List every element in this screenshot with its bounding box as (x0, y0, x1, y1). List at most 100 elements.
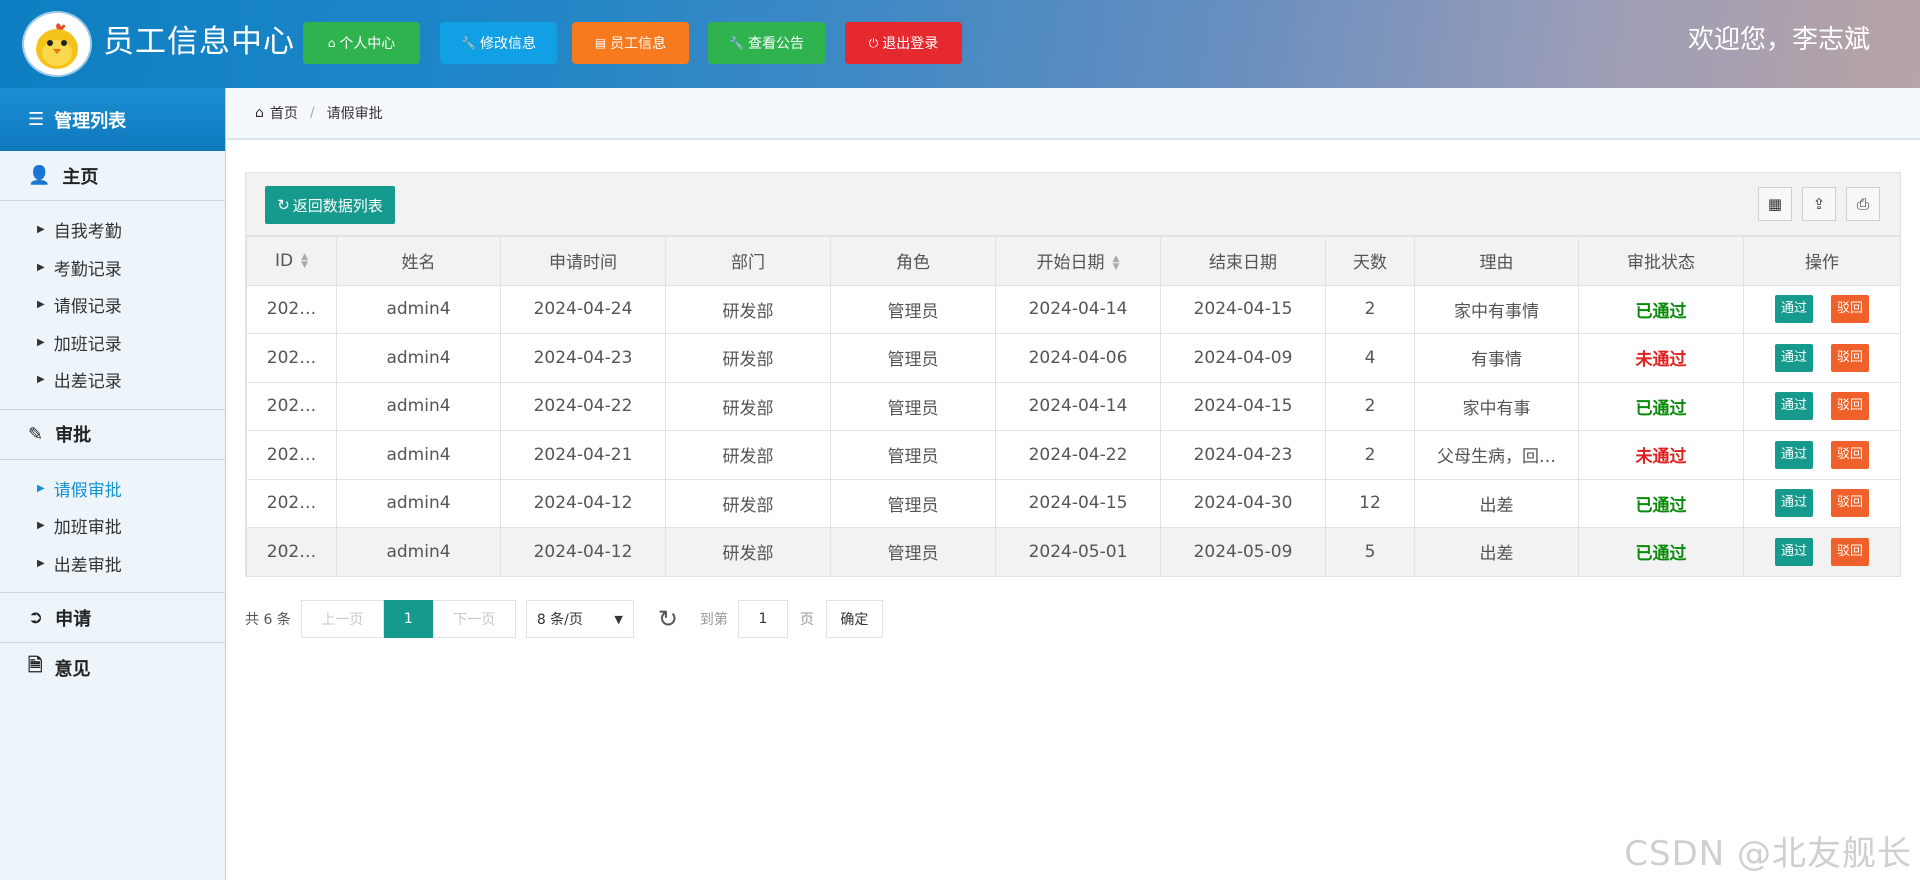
cell-status: 未通过 (1578, 430, 1744, 480)
sidebar-item-leave-approval[interactable]: ▶ 请假审批 (0, 470, 225, 508)
print-icon[interactable]: ⎙ (1846, 187, 1880, 221)
column-header-start-date[interactable]: 开始日期 ▲ ▼ (995, 236, 1161, 286)
list-icon: ☰ (28, 109, 45, 130)
column-header-role: 角色 (830, 236, 996, 286)
sidebar-group-feedback[interactable]: 🗎 意见 (0, 643, 225, 693)
breadcrumb-home[interactable]: 首页 (270, 103, 298, 123)
cell-apply-time: 2024-04-22 (500, 381, 666, 431)
cell-days: 4 (1325, 333, 1415, 383)
reject-button[interactable]: 驳回 (1831, 295, 1870, 324)
sidebar-item-trip-approval[interactable]: ▶ 出差审批 (0, 545, 225, 583)
approve-button[interactable]: 通过 (1774, 489, 1813, 518)
caret-right-icon: ▶ (37, 557, 45, 569)
cell-days: 12 (1325, 478, 1415, 528)
goto-confirm-button[interactable]: 确定 (825, 600, 883, 638)
approve-button[interactable]: 通过 (1774, 295, 1813, 324)
table-row: 202… admin4 2024-04-12 研发部 管理员 2024-05-01 2024… (246, 527, 1901, 577)
column-header-id[interactable]: ID ▲ ▼ (246, 236, 337, 286)
approve-button[interactable]: 通过 (1774, 440, 1813, 469)
back-to-list-button[interactable]: ↻ 返回数据列表 (265, 186, 395, 224)
sidebar-item-overtime-records[interactable]: ▶ 加班记录 (0, 324, 225, 362)
sidebar-item-leave-records[interactable]: ▶ 请假记录 (0, 286, 225, 324)
export-icon[interactable]: ⇪ (1802, 187, 1836, 221)
cell-start-date: 2024-05-01 (995, 527, 1161, 577)
table-row: 202… admin4 2024-04-24 研发部 管理员 2024-04-14 2024… (246, 284, 1901, 334)
prev-page-button[interactable]: 上一页 (300, 600, 384, 638)
refresh-icon[interactable]: ↻ (658, 605, 678, 633)
cell-end-date: 2024-04-30 (1160, 478, 1326, 528)
table-header-row: ID ▲ ▼ 姓名 申请时间 部门 角色 开始日期 ▲ ▼ 结束日期 天数 理由 审批状… (246, 236, 1901, 286)
cell-role: 管理员 (830, 478, 996, 528)
power-icon: ⏻ (868, 35, 879, 50)
document-icon: ▤ (594, 36, 607, 50)
cell-end-date: 2024-04-23 (1160, 430, 1326, 480)
approve-button[interactable]: 通过 (1774, 537, 1813, 566)
approve-button[interactable]: 通过 (1774, 392, 1813, 421)
column-header-days: 天数 (1325, 236, 1415, 286)
cell-id: 202… (246, 284, 337, 334)
reject-button[interactable]: 驳回 (1831, 440, 1870, 469)
cell-end-date: 2024-04-09 (1160, 333, 1326, 383)
user-icon: 👤 (28, 165, 51, 186)
reject-button[interactable]: 驳回 (1831, 392, 1870, 421)
reject-button[interactable]: 驳回 (1831, 489, 1870, 518)
sidebar-group-home[interactable]: 👤 主页 (0, 151, 225, 201)
refresh-icon: ↻ (277, 196, 290, 214)
sort-icon[interactable]: ▲ ▼ (1113, 255, 1120, 272)
table-row: 202… admin4 2024-04-23 研发部 管理员 2024-04-06 2024… (246, 333, 1901, 383)
goto-page-input[interactable]: 1 (737, 600, 788, 638)
column-header-status: 审批状态 (1578, 236, 1744, 286)
column-header-reason: 理由 (1414, 236, 1579, 286)
cell-name: admin4 (336, 381, 501, 431)
cell-role: 管理员 (830, 333, 996, 383)
view-notice-button[interactable]: 🔧 查看公告 (708, 22, 825, 64)
cell-actions: 通过 驳回 (1743, 333, 1901, 383)
cell-actions: 通过 驳回 (1743, 381, 1901, 431)
cell-days: 2 (1325, 381, 1415, 431)
page-1-button[interactable]: 1 (383, 600, 433, 638)
caret-right-icon: ▶ (37, 336, 45, 348)
cell-name: admin4 (336, 333, 501, 383)
home-icon: ⌂ (255, 105, 264, 121)
breadcrumb-separator: / (309, 105, 315, 121)
caret-right-icon: ▶ (37, 299, 45, 311)
cell-name: admin4 (336, 527, 501, 577)
personal-center-button[interactable]: ⌂ 个人中心 (303, 22, 420, 64)
column-header-apply-time: 申请时间 (500, 236, 666, 286)
caret-right-icon: ▶ (37, 374, 45, 386)
table-row: 202… admin4 2024-04-22 研发部 管理员 2024-04-14 2024… (246, 381, 1901, 431)
cell-start-date: 2024-04-14 (995, 284, 1161, 334)
column-header-actions: 操作 (1743, 236, 1901, 286)
column-header-department: 部门 (665, 236, 831, 286)
cell-id: 202… (246, 478, 337, 528)
circle-arrow-icon: ➲ (28, 607, 44, 628)
cell-id: 202… (246, 333, 337, 383)
logout-button[interactable]: ⏻ 退出登录 (845, 22, 962, 64)
cell-reason: 出差 (1414, 527, 1579, 577)
sidebar-item-trip-records[interactable]: ▶ 出差记录 (0, 361, 225, 399)
edit-info-button[interactable]: 🔧 修改信息 (440, 22, 557, 64)
wrench-icon: 🔧 (729, 36, 744, 50)
sidebar-item-attendance-records[interactable]: ▶ 考勤记录 (0, 249, 225, 287)
sidebar-item-overtime-approval[interactable]: ▶ 加班审批 (0, 507, 225, 545)
sidebar-group-approval[interactable]: ✎ 审批 (0, 410, 225, 460)
page-size-select[interactable]: 8 条/页 ▼ (525, 600, 634, 638)
employee-info-button[interactable]: ▤ 员工信息 (572, 22, 689, 64)
table-row: 202… admin4 2024-04-21 研发部 管理员 2024-04-22 2024… (246, 430, 1901, 480)
columns-filter-icon[interactable]: ▦ (1758, 187, 1792, 221)
sort-icon[interactable]: ▲ ▼ (301, 252, 308, 269)
cell-status: 已通过 (1578, 381, 1744, 431)
cell-department: 研发部 (665, 527, 831, 577)
cell-end-date: 2024-05-09 (1160, 527, 1326, 577)
cell-department: 研发部 (665, 284, 831, 334)
reject-button[interactable]: 驳回 (1831, 343, 1870, 372)
next-page-button[interactable]: 下一页 (432, 600, 516, 638)
sidebar-group-apply[interactable]: ➲ 申请 (0, 593, 225, 643)
goto-label: 到第 (699, 612, 728, 628)
cell-reason: 家中有事情 (1414, 284, 1579, 334)
cell-department: 研发部 (665, 478, 831, 528)
sidebar-item-self-attendance[interactable]: ▶ 自我考勤 (0, 211, 225, 249)
cell-actions: 通过 驳回 (1743, 430, 1901, 480)
approve-button[interactable]: 通过 (1774, 343, 1813, 372)
reject-button[interactable]: 驳回 (1831, 537, 1870, 566)
